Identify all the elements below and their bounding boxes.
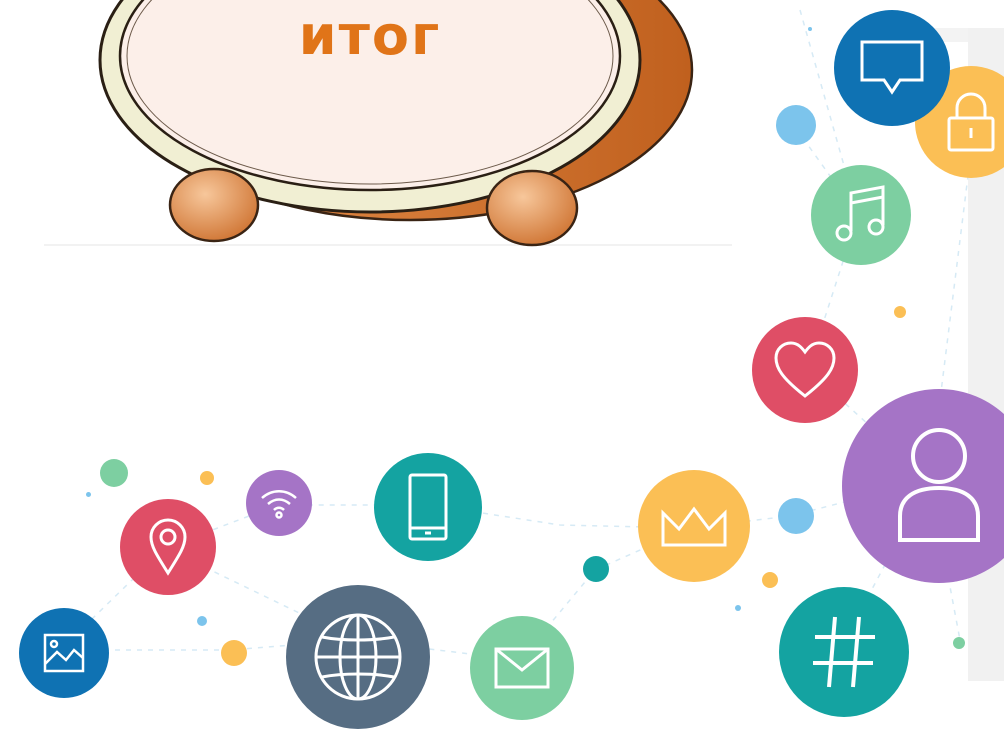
image-icon [19,608,109,698]
decorative-dot [583,556,609,582]
decorative-dot [735,605,741,611]
crown-icon [638,470,750,582]
decorative-dot [197,616,207,626]
decorative-dot [894,306,906,318]
decorative-dot [778,498,814,534]
hashtag-icon [779,587,909,717]
wifi-icon [246,470,312,536]
decorative-dot [221,640,247,666]
decorative-dot [100,459,128,487]
decorative-dot [808,27,812,31]
chat-bubble-icon [834,10,950,126]
mail-icon [470,616,574,720]
decorative-dot [776,105,816,145]
decorative-dot [86,492,91,497]
smartphone-icon [374,453,482,561]
music-note-icon [811,165,911,265]
location-pin-icon [120,499,216,595]
decorative-dot [762,572,778,588]
decorative-dot [200,471,214,485]
page-title: итог [298,4,442,67]
heart-icon [752,317,858,423]
globe-icon [286,585,430,729]
decorative-dot [953,637,965,649]
